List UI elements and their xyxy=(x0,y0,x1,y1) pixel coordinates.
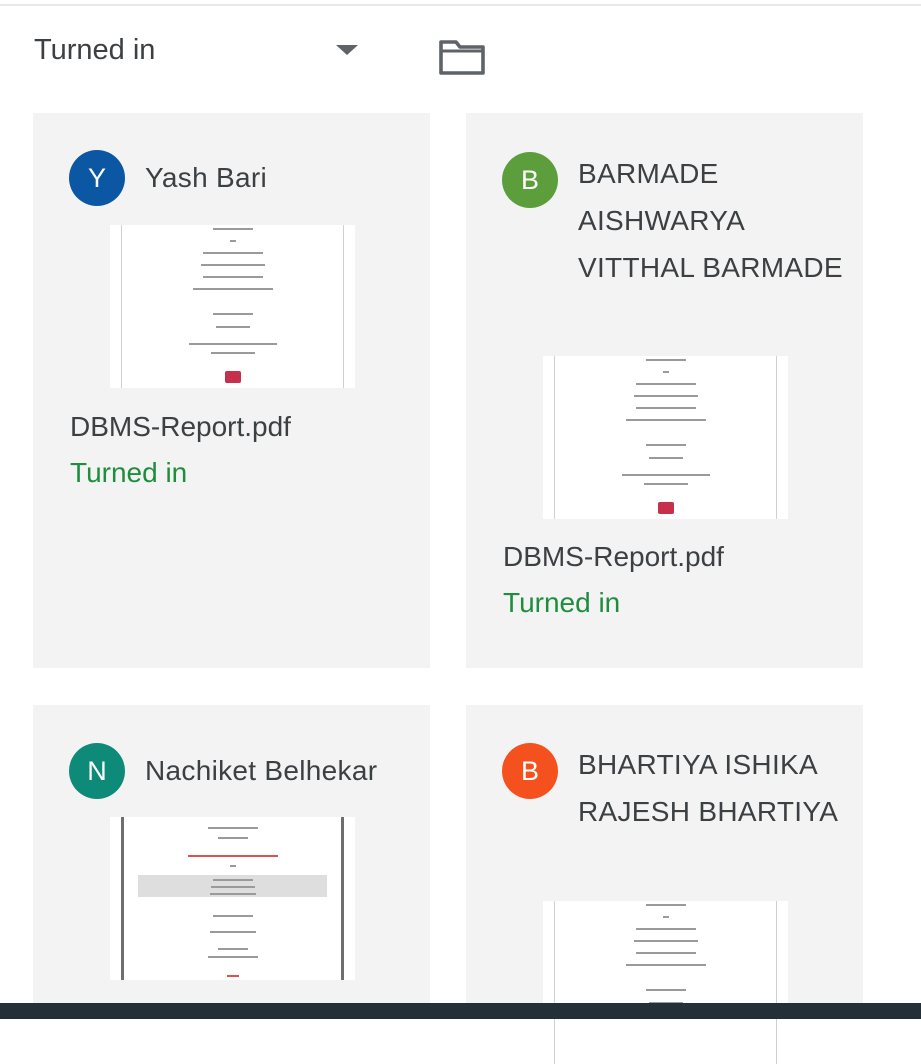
bottom-bar xyxy=(0,1003,921,1019)
student-name: Nachiket Belhekar xyxy=(145,755,378,786)
student-name: Yash Bari xyxy=(145,162,268,193)
status-text: Turned in xyxy=(70,457,188,488)
avatar: Y xyxy=(69,150,125,206)
submission-card[interactable]: B BARMADE AISHWARYA VITTHAL BARMADE DBMS… xyxy=(466,113,863,668)
file-thumbnail[interactable] xyxy=(110,225,355,388)
top-divider xyxy=(0,4,921,6)
file-name-link[interactable]: DBMS-Report.pdf xyxy=(503,541,724,573)
submission-card[interactable]: Y Yash Bari DBMS-Report.pdf Turned in xyxy=(33,113,430,668)
status-text: Turned in xyxy=(503,587,621,618)
avatar: N xyxy=(69,743,125,799)
file-name-link[interactable]: DBMS-Report.pdf xyxy=(70,411,291,443)
student-name: BHARTIYA ISHIKA RAJESH BHARTIYA xyxy=(578,749,839,827)
folder-icon[interactable] xyxy=(438,38,486,76)
file-thumbnail[interactable] xyxy=(543,901,788,1064)
filter-label: Turned in xyxy=(34,33,156,66)
avatar: B xyxy=(502,743,558,799)
submission-card[interactable]: B BHARTIYA ISHIKA RAJESH BHARTIYA xyxy=(466,705,863,1064)
avatar: B xyxy=(502,152,558,208)
file-thumbnail[interactable] xyxy=(543,356,788,519)
student-name: BARMADE AISHWARYA VITTHAL BARMADE xyxy=(578,158,843,283)
chevron-down-icon[interactable] xyxy=(336,45,358,55)
submission-card[interactable]: N Nachiket Belhekar xyxy=(33,705,430,1019)
status-filter-dropdown[interactable]: Turned in xyxy=(34,28,155,72)
file-thumbnail[interactable] xyxy=(110,817,355,980)
